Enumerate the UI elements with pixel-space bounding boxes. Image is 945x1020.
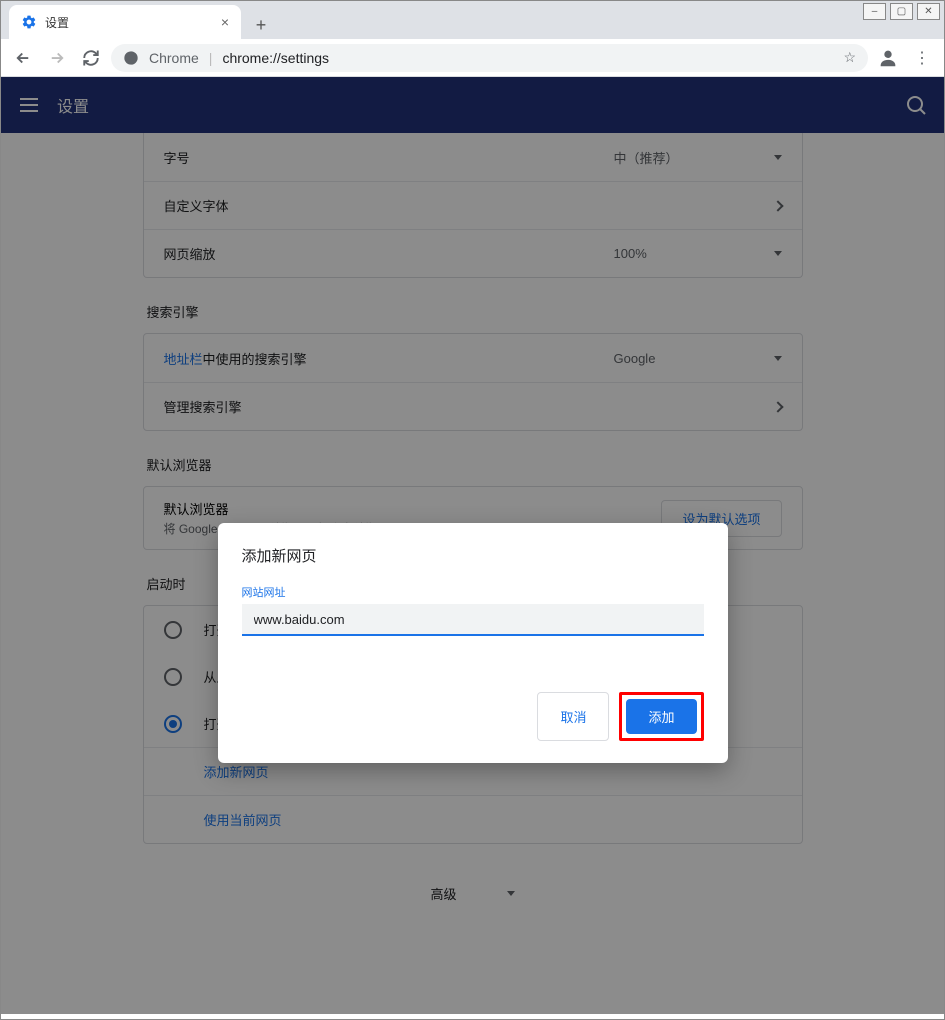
new-tab-button[interactable]: + [247,11,275,39]
address-path: chrome://settings [222,50,329,66]
back-button[interactable] [9,44,37,72]
address-bar[interactable]: Chrome | chrome://settings ☆ [111,44,868,72]
chrome-icon [123,50,139,66]
browser-tab[interactable]: 设置 × [9,5,241,39]
url-input[interactable] [242,604,704,636]
add-page-dialog: 添加新网页 网站网址 取消 添加 [218,523,728,763]
url-field-label: 网站网址 [242,584,704,600]
forward-button[interactable] [43,44,71,72]
gear-icon [21,14,37,30]
window-maximize[interactable]: ▢ [890,3,913,20]
menu-icon[interactable]: ⋮ [908,44,936,72]
reload-button[interactable] [77,44,105,72]
profile-icon[interactable] [874,44,902,72]
address-origin: Chrome [149,50,199,66]
close-icon[interactable]: × [221,14,229,30]
tab-title: 设置 [45,14,213,31]
tab-strip: 设置 × + [1,1,944,39]
toolbar: Chrome | chrome://settings ☆ ⋮ [1,39,944,77]
window-minimize[interactable]: – [863,3,886,20]
highlight-annotation: 添加 [619,692,703,741]
star-icon[interactable]: ☆ [843,49,856,66]
dialog-title: 添加新网页 [242,545,704,566]
add-button[interactable]: 添加 [626,699,696,734]
cancel-button[interactable]: 取消 [537,692,609,741]
window-close[interactable]: ✕ [917,3,940,20]
